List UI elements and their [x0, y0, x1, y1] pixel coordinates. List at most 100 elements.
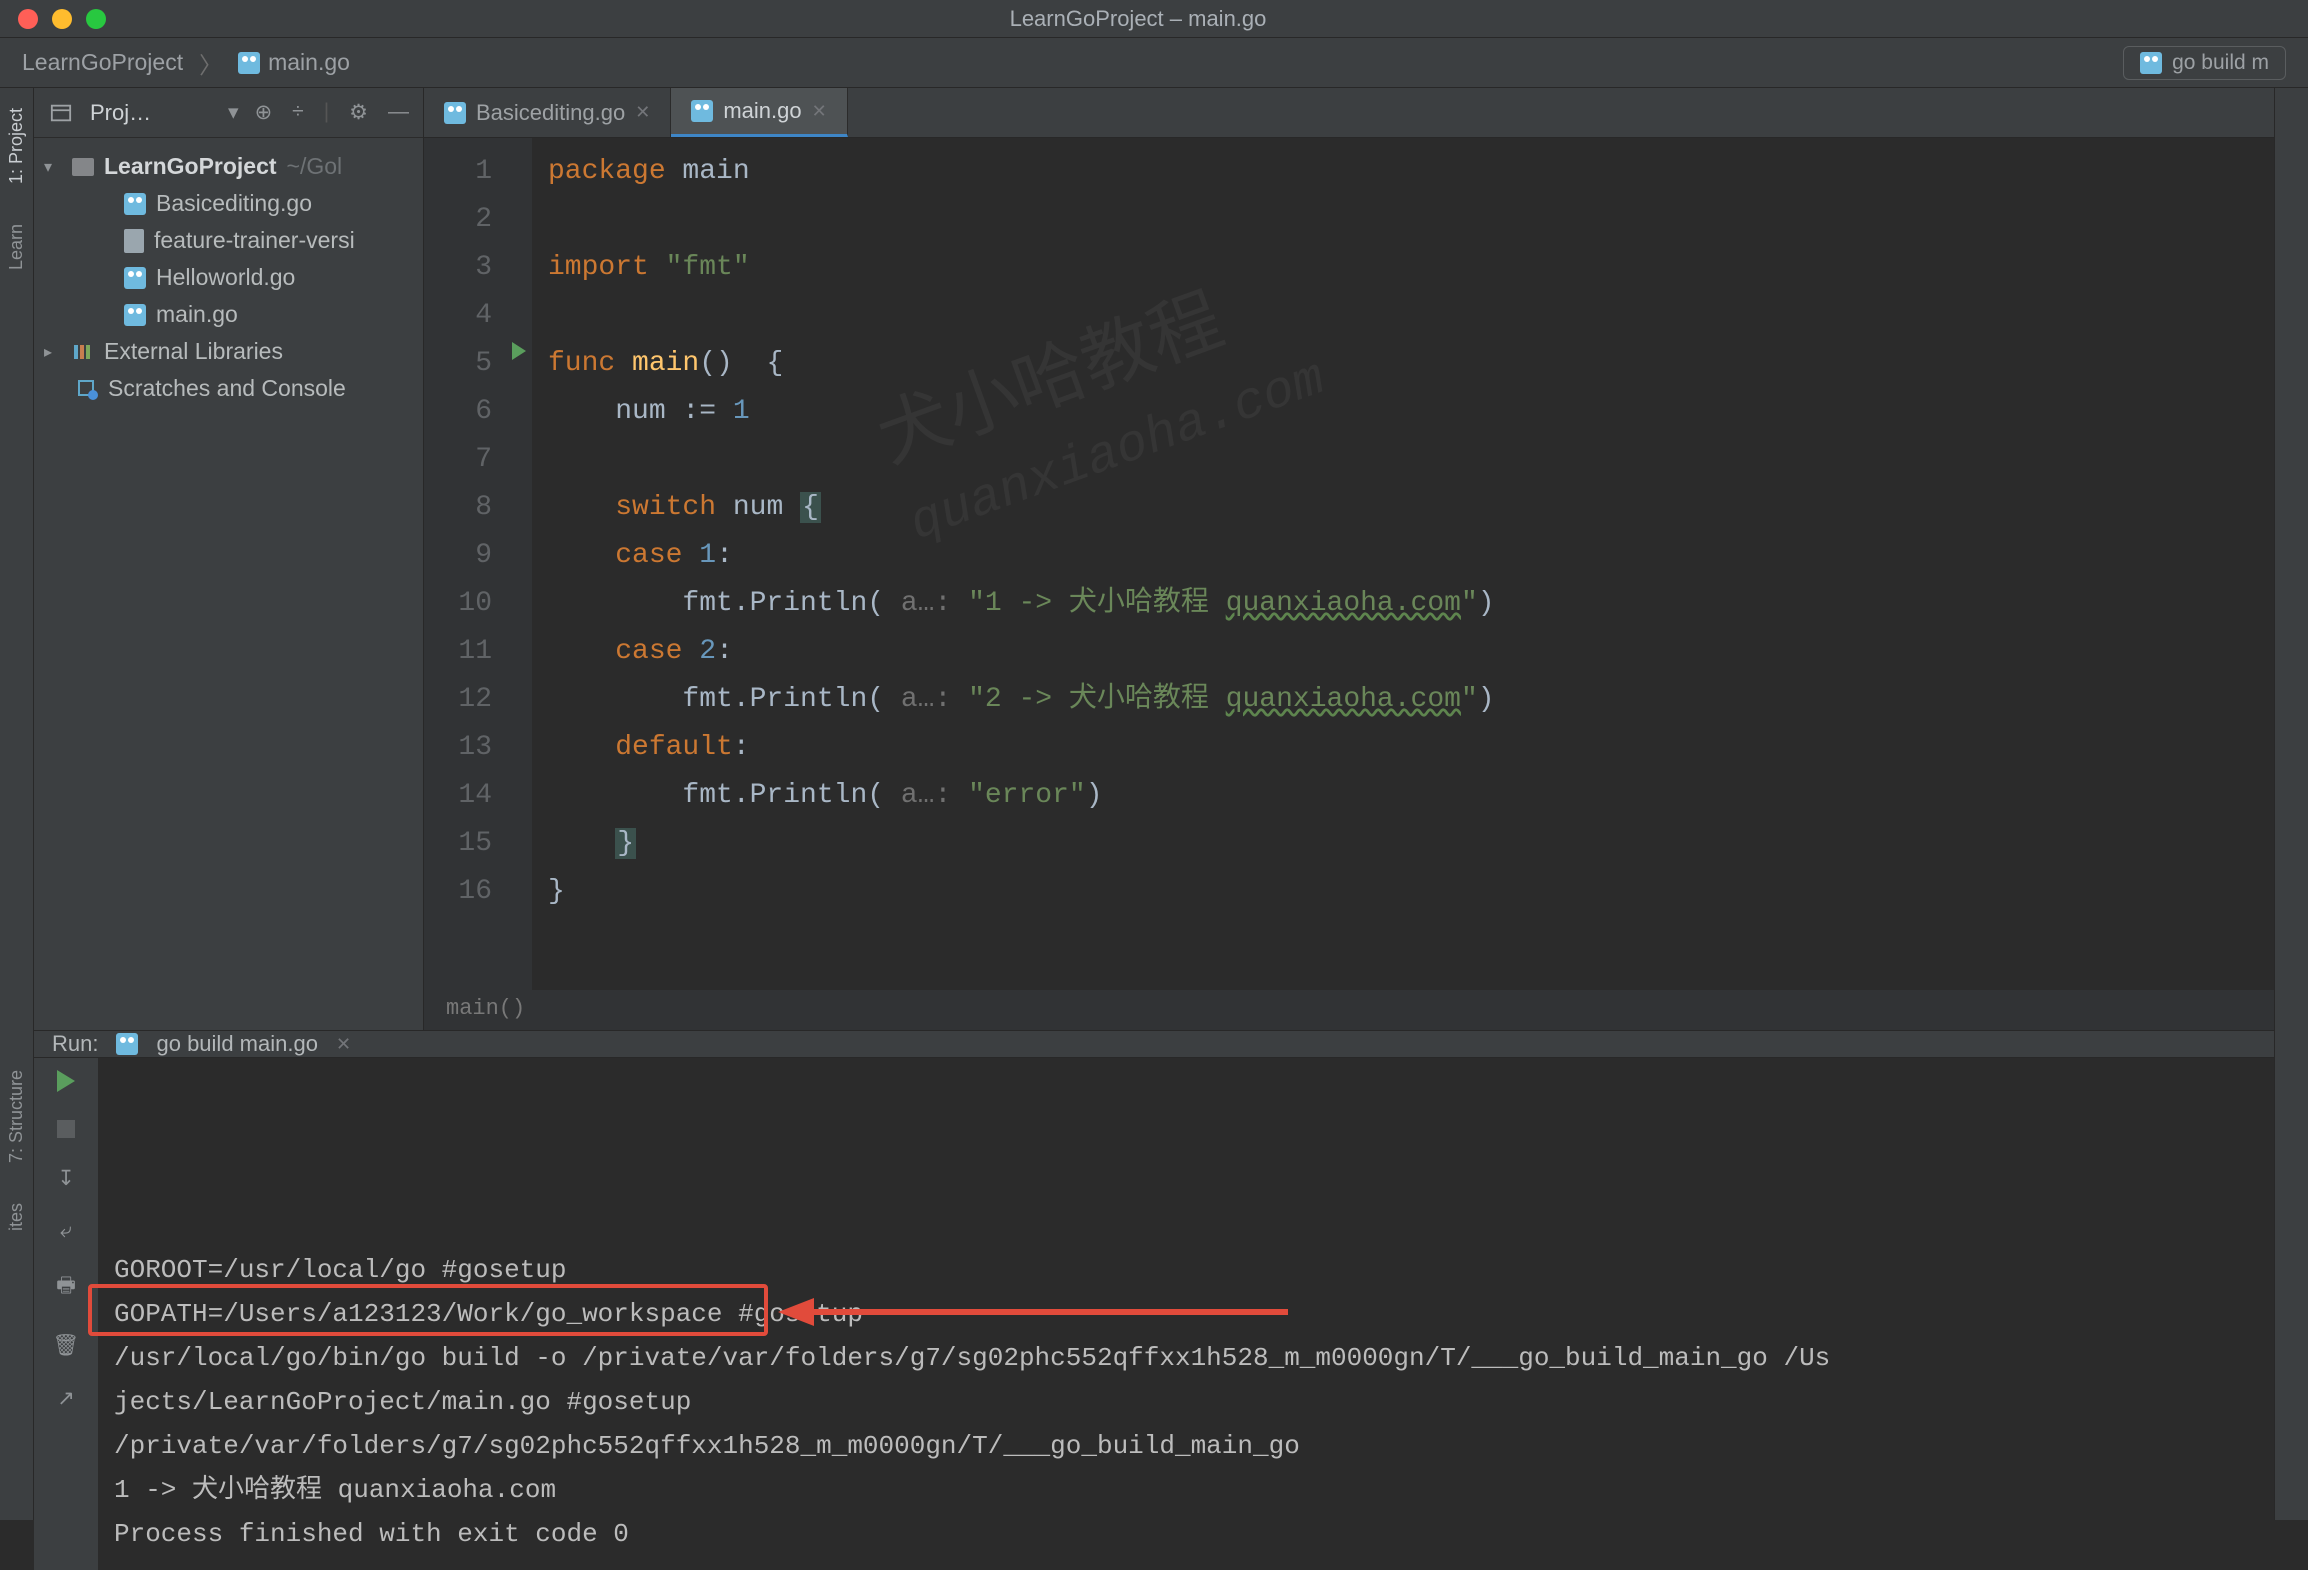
- console-line: /private/var/folders/g7/sg02phc552qffxx1…: [114, 1424, 2258, 1468]
- tree-root-label: LearnGoProject: [104, 153, 277, 180]
- go-file-icon: [2140, 52, 2162, 74]
- breadcrumb-project[interactable]: LearnGoProject: [22, 49, 183, 76]
- tree-file[interactable]: Basicediting.go: [34, 185, 423, 222]
- code-body[interactable]: 犬小哈教程 quanxiaoha.com package mainimport …: [532, 138, 2274, 990]
- code-editor[interactable]: 12345678910111213141516 犬小哈教程 quanxiaoha…: [424, 138, 2274, 990]
- close-icon[interactable]: ✕: [812, 101, 827, 122]
- tree-external-label: External Libraries: [104, 338, 283, 365]
- file-icon: [124, 229, 144, 253]
- line-number: 7: [424, 436, 492, 484]
- line-number: 14: [424, 772, 492, 820]
- code-line[interactable]: switch num {: [548, 484, 2274, 532]
- breadcrumb-bar: LearnGoProject 〉 main.go go build m: [0, 38, 2308, 88]
- trash-icon[interactable]: 🗑: [53, 1334, 80, 1358]
- code-line[interactable]: [548, 196, 2274, 244]
- gutter-marks: [508, 138, 532, 990]
- line-number: 16: [424, 868, 492, 916]
- tree-file[interactable]: main.go: [34, 296, 423, 333]
- code-line[interactable]: fmt.Println( a…: "2 -> 犬小哈教程 quanxiaoha.…: [548, 676, 2274, 724]
- tree-file-label: feature-trainer-versi: [154, 227, 355, 254]
- line-number: 10: [424, 580, 492, 628]
- left-tool-rail: 1: Project Learn: [0, 88, 34, 1030]
- console-line: Process finished with exit code 0: [114, 1512, 2258, 1556]
- code-line[interactable]: case 2:: [548, 628, 2274, 676]
- project-tree[interactable]: ▾ LearnGoProject ~/Gol Basicediting.go f…: [34, 138, 423, 417]
- collapse-icon[interactable]: ÷: [292, 100, 304, 125]
- tree-file-label: main.go: [156, 301, 238, 328]
- tree-file[interactable]: feature-trainer-versi: [34, 222, 423, 259]
- run-config-name[interactable]: go build main.go: [156, 1031, 317, 1057]
- run-gutter-icon[interactable]: [512, 342, 526, 360]
- minimize-window-icon[interactable]: [52, 9, 72, 29]
- window-title: LearnGoProject – main.go: [106, 6, 2170, 32]
- maximize-window-icon[interactable]: [86, 9, 106, 29]
- chevron-down-icon[interactable]: ▾: [228, 100, 239, 125]
- caret-down-icon[interactable]: ▾: [44, 157, 62, 177]
- code-line[interactable]: import "fmt": [548, 244, 2274, 292]
- line-number: 15: [424, 820, 492, 868]
- code-line[interactable]: package main: [548, 148, 2274, 196]
- rail-project-tab[interactable]: 1: Project: [6, 108, 27, 184]
- code-line[interactable]: fmt.Println( a…: "1 -> 犬小哈教程 quanxiaoha.…: [548, 580, 2274, 628]
- go-file-icon: [124, 267, 146, 289]
- tree-scratches[interactable]: Scratches and Console: [34, 370, 423, 407]
- down-icon[interactable]: ↧: [57, 1166, 75, 1191]
- code-line[interactable]: [548, 292, 2274, 340]
- stop-icon[interactable]: [57, 1120, 75, 1138]
- close-icon[interactable]: ✕: [336, 1034, 351, 1055]
- run-panel-header: Run: go build main.go ✕: [34, 1031, 2274, 1058]
- code-line[interactable]: func main() {: [548, 340, 2274, 388]
- caret-right-icon[interactable]: ▸: [44, 342, 62, 362]
- locate-icon[interactable]: ⊕: [255, 100, 273, 125]
- run-config-selector[interactable]: go build m: [2123, 46, 2286, 80]
- code-line[interactable]: case 1:: [548, 532, 2274, 580]
- editor-tab[interactable]: Basicediting.go ✕: [424, 88, 671, 137]
- project-panel-title[interactable]: Proj…: [90, 100, 212, 126]
- run-console[interactable]: GOROOT=/usr/local/go #gosetupGOPATH=/Use…: [98, 1058, 2274, 1570]
- code-line[interactable]: default:: [548, 724, 2274, 772]
- line-number: 4: [424, 292, 492, 340]
- go-file-icon: [124, 193, 146, 215]
- hide-panel-icon[interactable]: —: [388, 100, 409, 125]
- expand-icon[interactable]: ↗: [57, 1386, 75, 1411]
- code-line[interactable]: num := 1: [548, 388, 2274, 436]
- annotation-arrow-icon: [778, 1290, 1298, 1340]
- gear-icon[interactable]: ⚙: [349, 100, 368, 125]
- code-line[interactable]: fmt.Println( a…: "error"): [548, 772, 2274, 820]
- editor-tab-active[interactable]: main.go ✕: [671, 88, 847, 137]
- tree-file[interactable]: Helloworld.go: [34, 259, 423, 296]
- project-panel: Proj… ▾ ⊕ ÷ | ⚙ — ▾ LearnGoProject ~/Gol…: [34, 88, 424, 1030]
- breadcrumb-file[interactable]: main.go: [268, 49, 350, 76]
- project-view-icon: [48, 102, 74, 124]
- print-icon[interactable]: 🖶: [56, 1271, 76, 1306]
- line-number: 3: [424, 244, 492, 292]
- window-controls: [18, 9, 106, 29]
- tree-root[interactable]: ▾ LearnGoProject ~/Gol: [34, 148, 423, 185]
- close-icon[interactable]: ✕: [635, 102, 650, 123]
- run-label: Run:: [52, 1031, 98, 1057]
- console-line: 1 -> 犬小哈教程 quanxiaoha.com: [114, 1468, 2258, 1512]
- go-file-icon: [444, 102, 466, 124]
- tree-scratches-label: Scratches and Console: [108, 375, 346, 402]
- close-window-icon[interactable]: [18, 9, 38, 29]
- go-file-icon: [124, 304, 146, 326]
- editor-tab-label: main.go: [723, 98, 801, 124]
- rerun-icon[interactable]: [57, 1070, 75, 1092]
- tree-external-libs[interactable]: ▸ External Libraries: [34, 333, 423, 370]
- wrap-icon[interactable]: ⤶: [60, 1219, 72, 1243]
- rail-learn-tab[interactable]: Learn: [6, 224, 27, 270]
- editor-area: Basicediting.go ✕ main.go ✕ 123456789101…: [424, 88, 2274, 1030]
- project-panel-header: Proj… ▾ ⊕ ÷ | ⚙ —: [34, 88, 423, 138]
- line-number: 13: [424, 724, 492, 772]
- scratches-icon: [76, 378, 98, 400]
- rail-structure-tab[interactable]: 7: Structure: [6, 1070, 27, 1163]
- code-line[interactable]: }: [548, 868, 2274, 916]
- rail-favorites-tab[interactable]: ites: [6, 1203, 27, 1231]
- console-line: /usr/local/go/bin/go build -o /private/v…: [114, 1336, 2258, 1380]
- line-number: 11: [424, 628, 492, 676]
- code-line[interactable]: [548, 436, 2274, 484]
- code-line[interactable]: }: [548, 820, 2274, 868]
- go-file-icon: [238, 52, 260, 74]
- line-number: 8: [424, 484, 492, 532]
- tree-file-label: Basicediting.go: [156, 190, 312, 217]
